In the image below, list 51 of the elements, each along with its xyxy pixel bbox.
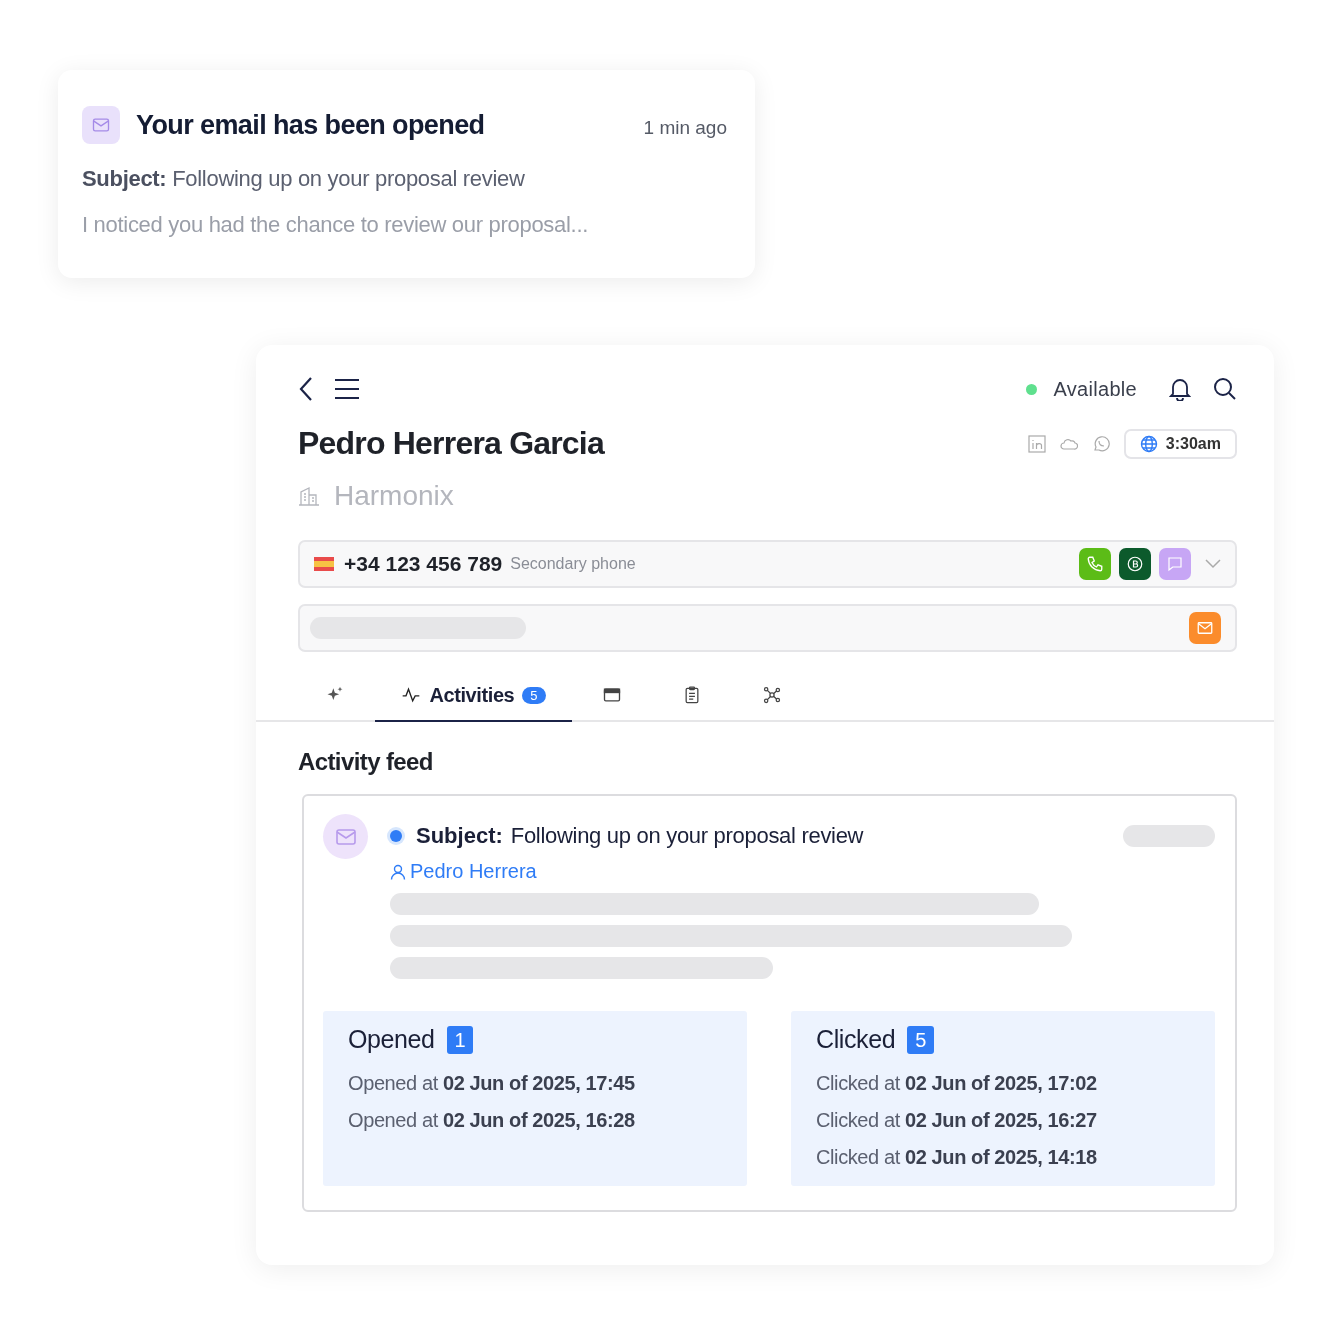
count-badge: 5 — [522, 686, 546, 704]
timestamp-line: Opened at 02 Jun of 2025, 16:28 — [348, 1109, 636, 1132]
status-label: Available — [1053, 377, 1137, 401]
network-icon — [762, 685, 782, 705]
globe-icon — [1139, 434, 1158, 453]
letter-b-icon — [1126, 555, 1144, 573]
contact-link[interactable]: Pedro Herrera — [390, 860, 1215, 883]
pulse-icon — [401, 685, 422, 705]
count-badge: 1 — [446, 1025, 474, 1054]
menu-icon[interactable] — [334, 378, 360, 400]
person-icon — [390, 863, 406, 880]
chat-bubble-icon[interactable] — [1091, 434, 1110, 453]
envelope-icon — [82, 106, 120, 144]
email-button[interactable] — [1189, 612, 1221, 644]
phone-number: +34 123 456 789 — [344, 552, 503, 576]
speech-bubble-icon — [1166, 555, 1184, 573]
phone-label: Secondary phone — [510, 555, 636, 573]
stat-title: Opened — [348, 1025, 435, 1054]
notification-subject: Subject: Following up on your proposal review — [82, 166, 526, 192]
timestamp-line: Clicked at 02 Jun of 2025, 17:02 — [816, 1072, 1098, 1095]
section-title: Activity feed — [298, 748, 434, 776]
timestamp-line: Clicked at 02 Jun of 2025, 16:27 — [816, 1109, 1098, 1132]
timestamp-line: Opened at 02 Jun of 2025, 17:45 — [348, 1072, 636, 1095]
flag-icon — [314, 557, 334, 571]
envelope-icon — [323, 814, 368, 859]
notification-preview: I noticed you had the chance to review our proposal... — [82, 212, 589, 238]
back-icon[interactable] — [298, 376, 314, 402]
timestamp-line: Clicked at 02 Jun of 2025, 14:18 — [816, 1146, 1098, 1169]
business-chat-button[interactable] — [1119, 548, 1151, 580]
notification-title: Your email has been opened — [136, 109, 486, 141]
company-name: Harmonix — [334, 480, 454, 512]
email-field[interactable] — [298, 604, 1237, 652]
local-time-button[interactable]: 3:30am — [1123, 428, 1237, 459]
stat-title: Clicked — [816, 1025, 896, 1054]
search-icon[interactable] — [1213, 377, 1237, 401]
chevron-down-icon[interactable] — [1205, 559, 1221, 569]
phone-icon — [1086, 555, 1104, 573]
activities-tab[interactable]: Activities 5 — [375, 670, 572, 722]
subject-text: Following up on your proposal review — [510, 823, 865, 849]
envelope-icon — [1196, 619, 1214, 637]
message-button[interactable] — [1159, 548, 1191, 580]
subject-label: Subject: — [416, 823, 503, 849]
phone-field[interactable]: +34 123 456 789 Secondary phone — [298, 540, 1237, 588]
call-button[interactable] — [1079, 548, 1111, 580]
linkedin-icon[interactable] — [1027, 434, 1046, 453]
notification-time: 1 min ago — [643, 116, 727, 139]
bell-icon[interactable] — [1169, 377, 1191, 401]
count-badge: 5 — [907, 1025, 934, 1054]
cloud-icon[interactable] — [1059, 436, 1078, 451]
building-icon — [298, 486, 320, 506]
contact-name: Pedro Herrera Garcia — [298, 425, 606, 462]
